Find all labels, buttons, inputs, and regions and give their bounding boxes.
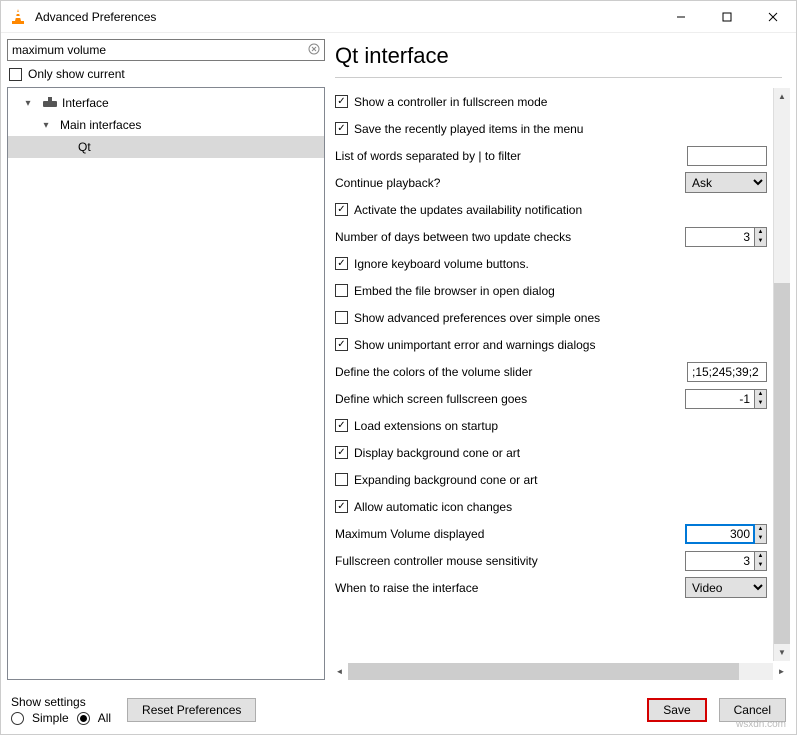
checkbox[interactable] <box>335 284 348 297</box>
setting-label: Save the recently played items in the me… <box>354 122 767 136</box>
spinner-buttons[interactable]: ▲▼ <box>755 389 767 409</box>
maximize-button[interactable] <box>704 1 750 33</box>
setting-row: ✓ Allow automatic icon changes <box>335 493 767 520</box>
setting-row: ✓ Show unimportant error and warnings dia… <box>335 331 767 358</box>
only-show-current-checkbox[interactable] <box>9 68 22 81</box>
setting-label: List of words separated by | to filter <box>335 149 687 163</box>
setting-row: ✓ Activate the updates availability notif… <box>335 196 767 223</box>
setting-label: Expanding background cone or art <box>354 473 767 487</box>
minimize-button[interactable] <box>658 1 704 33</box>
window-title: Advanced Preferences <box>35 10 658 24</box>
setting-label: Maximum Volume displayed <box>335 527 685 541</box>
scrollbar-thumb[interactable] <box>348 663 739 680</box>
setting-label: Define the colors of the volume slider <box>335 365 687 379</box>
setting-row: Maximum Volume displayed ▲▼ <box>335 520 767 547</box>
spinner-buttons[interactable]: ▲▼ <box>755 551 767 571</box>
text-input[interactable] <box>687 362 767 382</box>
tree-label: Interface <box>62 96 109 110</box>
setting-label: Show unimportant error and warnings dial… <box>354 338 767 352</box>
checkbox[interactable]: ✓ <box>335 500 348 513</box>
scroll-up-icon[interactable]: ▲ <box>774 88 790 105</box>
setting-row: Continue playback?Ask <box>335 169 767 196</box>
chevron-down-icon[interactable]: ▾ <box>36 120 56 131</box>
setting-row: Embed the file browser in open dialog <box>335 277 767 304</box>
setting-label: Load extensions on startup <box>354 419 767 433</box>
tree-node-interface[interactable]: ▾ Interface <box>8 92 324 114</box>
setting-label: Activate the updates availability notifi… <box>354 203 767 217</box>
scroll-down-icon[interactable]: ▼ <box>774 644 790 661</box>
watermark: wsxdn.com <box>736 719 786 730</box>
setting-label: Embed the file browser in open dialog <box>354 284 767 298</box>
vertical-scrollbar[interactable]: ▲ ▼ <box>773 88 790 661</box>
scroll-left-icon[interactable]: ◄ <box>331 663 348 680</box>
text-input[interactable] <box>687 146 767 166</box>
setting-row: ✓ Load extensions on startup <box>335 412 767 439</box>
setting-row: Fullscreen controller mouse sensitivity ▲… <box>335 547 767 574</box>
tree-label: Main interfaces <box>60 118 141 132</box>
close-button[interactable] <box>750 1 796 33</box>
setting-label: When to raise the interface <box>335 581 685 595</box>
number-input[interactable] <box>685 227 755 247</box>
setting-row: Define the colors of the volume slider <box>335 358 767 385</box>
scroll-right-icon[interactable]: ► <box>773 663 790 680</box>
tree-node-qt[interactable]: Qt <box>8 136 324 158</box>
checkbox[interactable]: ✓ <box>335 257 348 270</box>
tree-label: Qt <box>78 140 91 154</box>
setting-row: ✓ Display background cone or art <box>335 439 767 466</box>
setting-row: Expanding background cone or art <box>335 466 767 493</box>
checkbox[interactable]: ✓ <box>335 419 348 432</box>
scrollbar-thumb[interactable] <box>774 283 790 644</box>
reset-preferences-button[interactable]: Reset Preferences <box>127 698 256 722</box>
chevron-down-icon[interactable]: ▾ <box>18 98 38 109</box>
horizontal-scrollbar[interactable]: ◄ ► <box>331 663 790 680</box>
dropdown[interactable]: Ask <box>685 172 767 193</box>
number-input[interactable] <box>685 524 755 544</box>
setting-label: Display background cone or art <box>354 446 767 460</box>
setting-label: Show advanced preferences over simple on… <box>354 311 767 325</box>
radio-simple-label: Simple <box>32 711 69 725</box>
vlc-cone-icon <box>9 8 27 26</box>
checkbox[interactable] <box>335 311 348 324</box>
setting-label: Fullscreen controller mouse sensitivity <box>335 554 685 568</box>
setting-row: ✓ Ignore keyboard volume buttons. <box>335 250 767 277</box>
radio-all[interactable] <box>77 712 90 725</box>
setting-label: Show a controller in fullscreen mode <box>354 95 767 109</box>
setting-row: When to raise the interfaceVideo <box>335 574 767 601</box>
setting-row: Number of days between two update checks… <box>335 223 767 250</box>
checkbox[interactable]: ✓ <box>335 95 348 108</box>
titlebar: Advanced Preferences <box>1 1 796 33</box>
checkbox[interactable] <box>335 473 348 486</box>
setting-row: ✓ Save the recently played items in the m… <box>335 115 767 142</box>
save-button[interactable]: Save <box>647 698 706 722</box>
only-show-current-label: Only show current <box>28 67 125 81</box>
preferences-tree[interactable]: ▾ Interface ▾ Main interfaces Qt <box>7 87 325 680</box>
checkbox[interactable]: ✓ <box>335 122 348 135</box>
setting-row: Define which screen fullscreen goes ▲▼ <box>335 385 767 412</box>
tree-node-main-interfaces[interactable]: ▾ Main interfaces <box>8 114 324 136</box>
setting-label: Define which screen fullscreen goes <box>335 392 685 406</box>
checkbox[interactable]: ✓ <box>335 338 348 351</box>
setting-label: Ignore keyboard volume buttons. <box>354 257 767 271</box>
spinner-buttons[interactable]: ▲▼ <box>755 524 767 544</box>
setting-label: Continue playback? <box>335 176 685 190</box>
setting-label: Number of days between two update checks <box>335 230 685 244</box>
interface-icon <box>42 95 58 111</box>
dropdown[interactable]: Video <box>685 577 767 598</box>
setting-row: ✓ Show a controller in fullscreen mode <box>335 88 767 115</box>
number-input[interactable] <box>685 551 755 571</box>
checkbox[interactable]: ✓ <box>335 446 348 459</box>
settings-panel: ✓ Show a controller in fullscreen mode ✓ Sa… <box>331 88 773 661</box>
search-input[interactable] <box>7 39 325 61</box>
number-input[interactable] <box>685 389 755 409</box>
checkbox[interactable]: ✓ <box>335 203 348 216</box>
setting-row: List of words separated by | to filter <box>335 142 767 169</box>
radio-all-label: All <box>98 711 111 725</box>
radio-simple[interactable] <box>11 712 24 725</box>
setting-row: Show advanced preferences over simple on… <box>335 304 767 331</box>
clear-search-icon[interactable] <box>307 42 321 56</box>
spinner-buttons[interactable]: ▲▼ <box>755 227 767 247</box>
show-settings-label: Show settings <box>11 695 111 709</box>
setting-label: Allow automatic icon changes <box>354 500 767 514</box>
page-title: Qt interface <box>335 39 782 78</box>
